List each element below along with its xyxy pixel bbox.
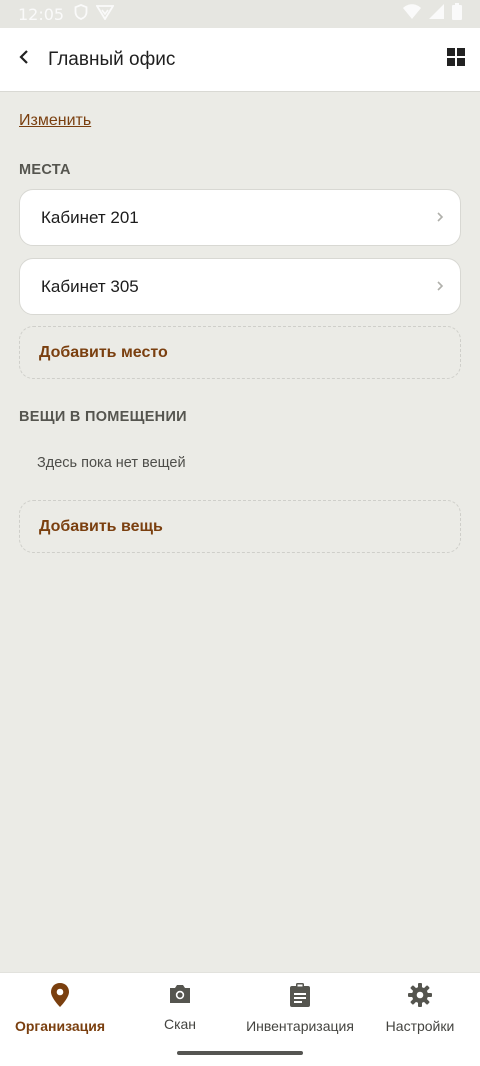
places-section-title: МЕСТА	[19, 162, 71, 178]
nav-item-settings[interactable]: Настройки	[360, 973, 480, 1041]
battery-icon	[452, 3, 462, 25]
nav-item-organization[interactable]: Организация	[0, 973, 120, 1041]
nav-label: Скан	[163, 1016, 197, 1032]
empty-items-text: Здесь пока нет вещей	[37, 455, 186, 471]
edit-link[interactable]: Изменить	[19, 112, 91, 130]
nav-label: Инвентаризация	[246, 1018, 354, 1034]
add-place-button[interactable]: Добавить место	[19, 326, 461, 379]
clipboard-icon	[289, 983, 311, 1012]
nav-item-inventory[interactable]: Инвентаризация	[240, 973, 360, 1041]
location-pin-icon	[50, 983, 70, 1012]
back-button[interactable]	[0, 28, 48, 92]
add-item-label: Добавить вещь	[39, 517, 163, 535]
nav-label: Настройки	[385, 1018, 455, 1034]
items-section-title: ВЕЩИ В ПОМЕЩЕНИИ	[19, 409, 187, 425]
gear-icon	[408, 983, 432, 1012]
shield-icon	[74, 3, 88, 25]
app-bar: Главный офис	[0, 28, 480, 92]
place-item-label: Кабинет 305	[41, 276, 139, 296]
wifi-icon	[403, 4, 421, 24]
back-arrow-icon	[18, 49, 30, 70]
vpn-icon	[95, 4, 115, 25]
status-time: 12:05	[18, 4, 65, 24]
add-item-button[interactable]: Добавить вещь	[19, 500, 461, 553]
page-title: Главный офис	[48, 48, 176, 70]
nav-item-scan[interactable]: Скан	[120, 973, 240, 1041]
bottom-nav: Организация Скан Инвентаризация Настройк…	[0, 972, 480, 1066]
place-item-cabinet-305[interactable]: Кабинет 305	[19, 258, 461, 315]
home-indicator[interactable]	[177, 1051, 303, 1055]
place-item-label: Кабинет 201	[41, 207, 139, 227]
signal-icon	[429, 4, 444, 24]
grid-view-button[interactable]	[432, 28, 480, 92]
nav-label: Организация	[14, 1018, 106, 1034]
place-item-cabinet-201[interactable]: Кабинет 201	[19, 189, 461, 246]
camera-icon	[168, 983, 192, 1010]
add-place-label: Добавить место	[39, 343, 168, 361]
chevron-right-icon	[436, 277, 444, 297]
chevron-right-icon	[436, 208, 444, 228]
grid-view-icon	[447, 48, 465, 71]
status-bar: 12:05	[0, 0, 480, 28]
